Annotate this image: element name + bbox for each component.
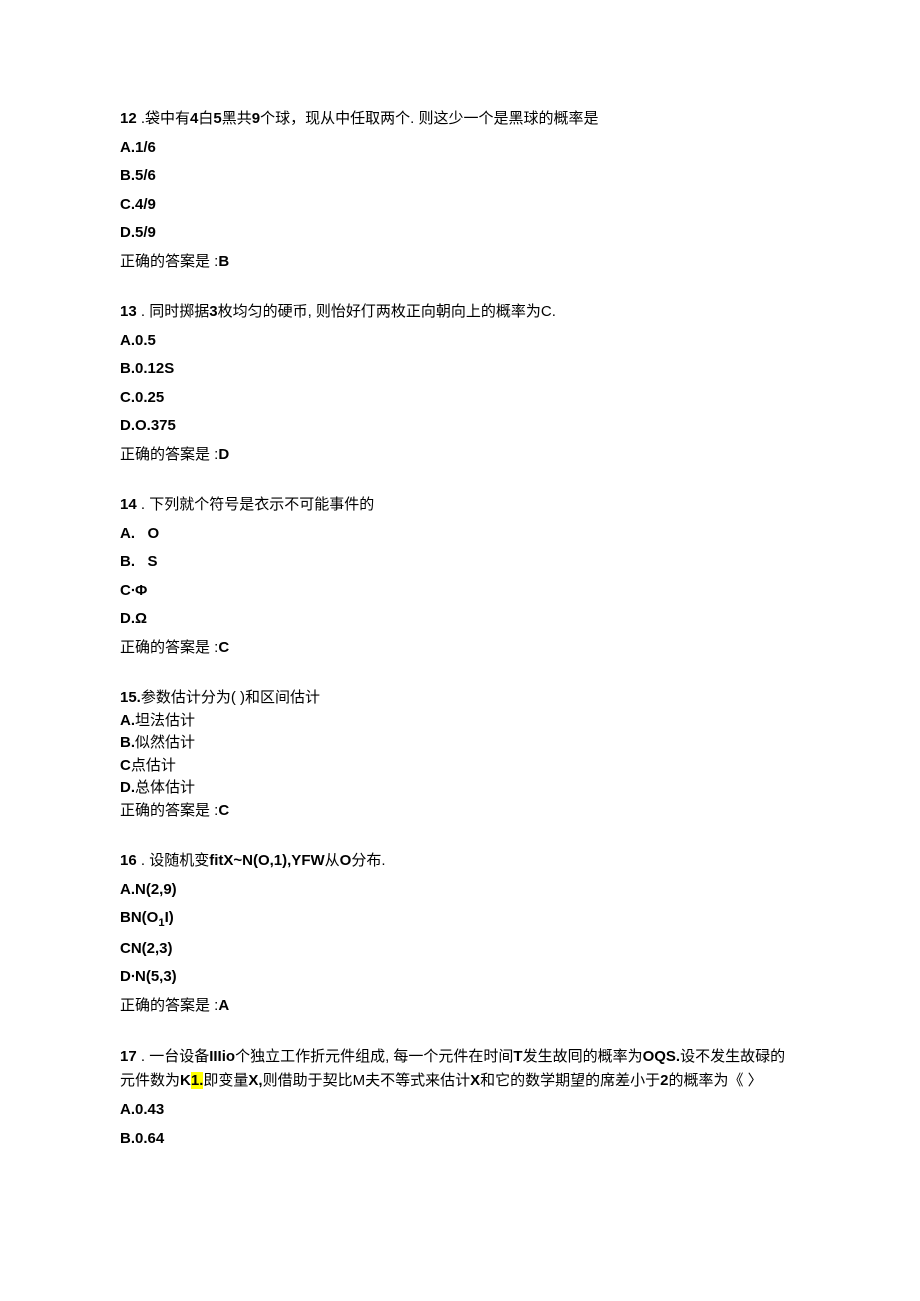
answer-value: B: [218, 253, 229, 270]
option-a: A.0.43: [120, 1099, 800, 1122]
option-b: B. S: [120, 551, 800, 574]
option-b: BN(O1I): [120, 907, 800, 932]
option-a: A. O: [120, 523, 800, 546]
option-d: D.5/9: [120, 222, 800, 245]
question-number: 12: [120, 110, 137, 127]
answer-line: 正确的答案是 :B: [120, 251, 800, 274]
option-c: C点估计: [120, 755, 800, 778]
answer-line: 正确的答案是 :C: [120, 637, 800, 660]
option-b: B.5/6: [120, 165, 800, 188]
question-number: 14: [120, 496, 137, 513]
answer-line: 正确的答案是 :D: [120, 444, 800, 467]
question-12: 12 .袋中有4白5黑共9个球，现从中任取两个. 则这少一个是黑球的概率是 A.…: [120, 108, 800, 273]
option-a: A.N(2,9): [120, 879, 800, 902]
answer-value: A: [218, 997, 229, 1014]
question-text: 14 . 下列就个符号是衣示不可能事件的: [120, 494, 800, 517]
question-number: 16: [120, 852, 137, 869]
answer-value: C: [218, 639, 229, 656]
option-a: A.0.5: [120, 330, 800, 353]
question-text: 17 . 一台设备IIIio个独立工作折元件组成, 每一个元件在时间T发生故囘的…: [120, 1045, 800, 1093]
question-14: 14 . 下列就个符号是衣示不可能事件的 A. O B. S C∙Φ D.Ω 正…: [120, 494, 800, 659]
question-text: 15.参数估计分为( )和区间估计: [120, 687, 800, 710]
question-number: 17: [120, 1048, 137, 1065]
question-16: 16 . 设随机变fitX~N(O,1),YFW从O分布. A.N(2,9) B…: [120, 850, 800, 1017]
option-d: D.总体估计: [120, 777, 800, 800]
option-a: A.坦法估计: [120, 710, 800, 733]
question-number: 13: [120, 303, 137, 320]
answer-value: D: [218, 446, 229, 463]
option-d: D.O.375: [120, 415, 800, 438]
option-b: B.0.12S: [120, 358, 800, 381]
question-17: 17 . 一台设备IIIio个独立工作折元件组成, 每一个元件在时间T发生故囘的…: [120, 1045, 800, 1150]
option-b: B.似然估计: [120, 732, 800, 755]
option-a: A.1/6: [120, 137, 800, 160]
question-13: 13 . 同时掷据3枚均匀的硬币, 则怡好仃两枚正向朝向上的概率为C. A.0.…: [120, 301, 800, 466]
option-c: C.4/9: [120, 194, 800, 217]
answer-line: 正确的答案是 :C: [120, 800, 800, 823]
question-text: 16 . 设随机变fitX~N(O,1),YFW从O分布.: [120, 850, 800, 873]
question-15: 15.参数估计分为( )和区间估计 A.坦法估计 B.似然估计 C点估计 D.总…: [120, 687, 800, 822]
option-d: D.Ω: [120, 608, 800, 631]
question-number: 15.: [120, 689, 141, 706]
answer-line: 正确的答案是 :A: [120, 995, 800, 1018]
option-d: D∙N(5,3): [120, 966, 800, 989]
option-b: B.0.64: [120, 1128, 800, 1151]
option-c: C∙Φ: [120, 580, 800, 603]
question-text: 12 .袋中有4白5黑共9个球，现从中任取两个. 则这少一个是黑球的概率是: [120, 108, 800, 131]
question-text: 13 . 同时掷据3枚均匀的硬币, 则怡好仃两枚正向朝向上的概率为C.: [120, 301, 800, 324]
option-c: C.0.25: [120, 387, 800, 410]
answer-value: C: [218, 802, 229, 819]
highlight-text: 1.: [191, 1072, 204, 1089]
option-c: CN(2,3): [120, 938, 800, 961]
